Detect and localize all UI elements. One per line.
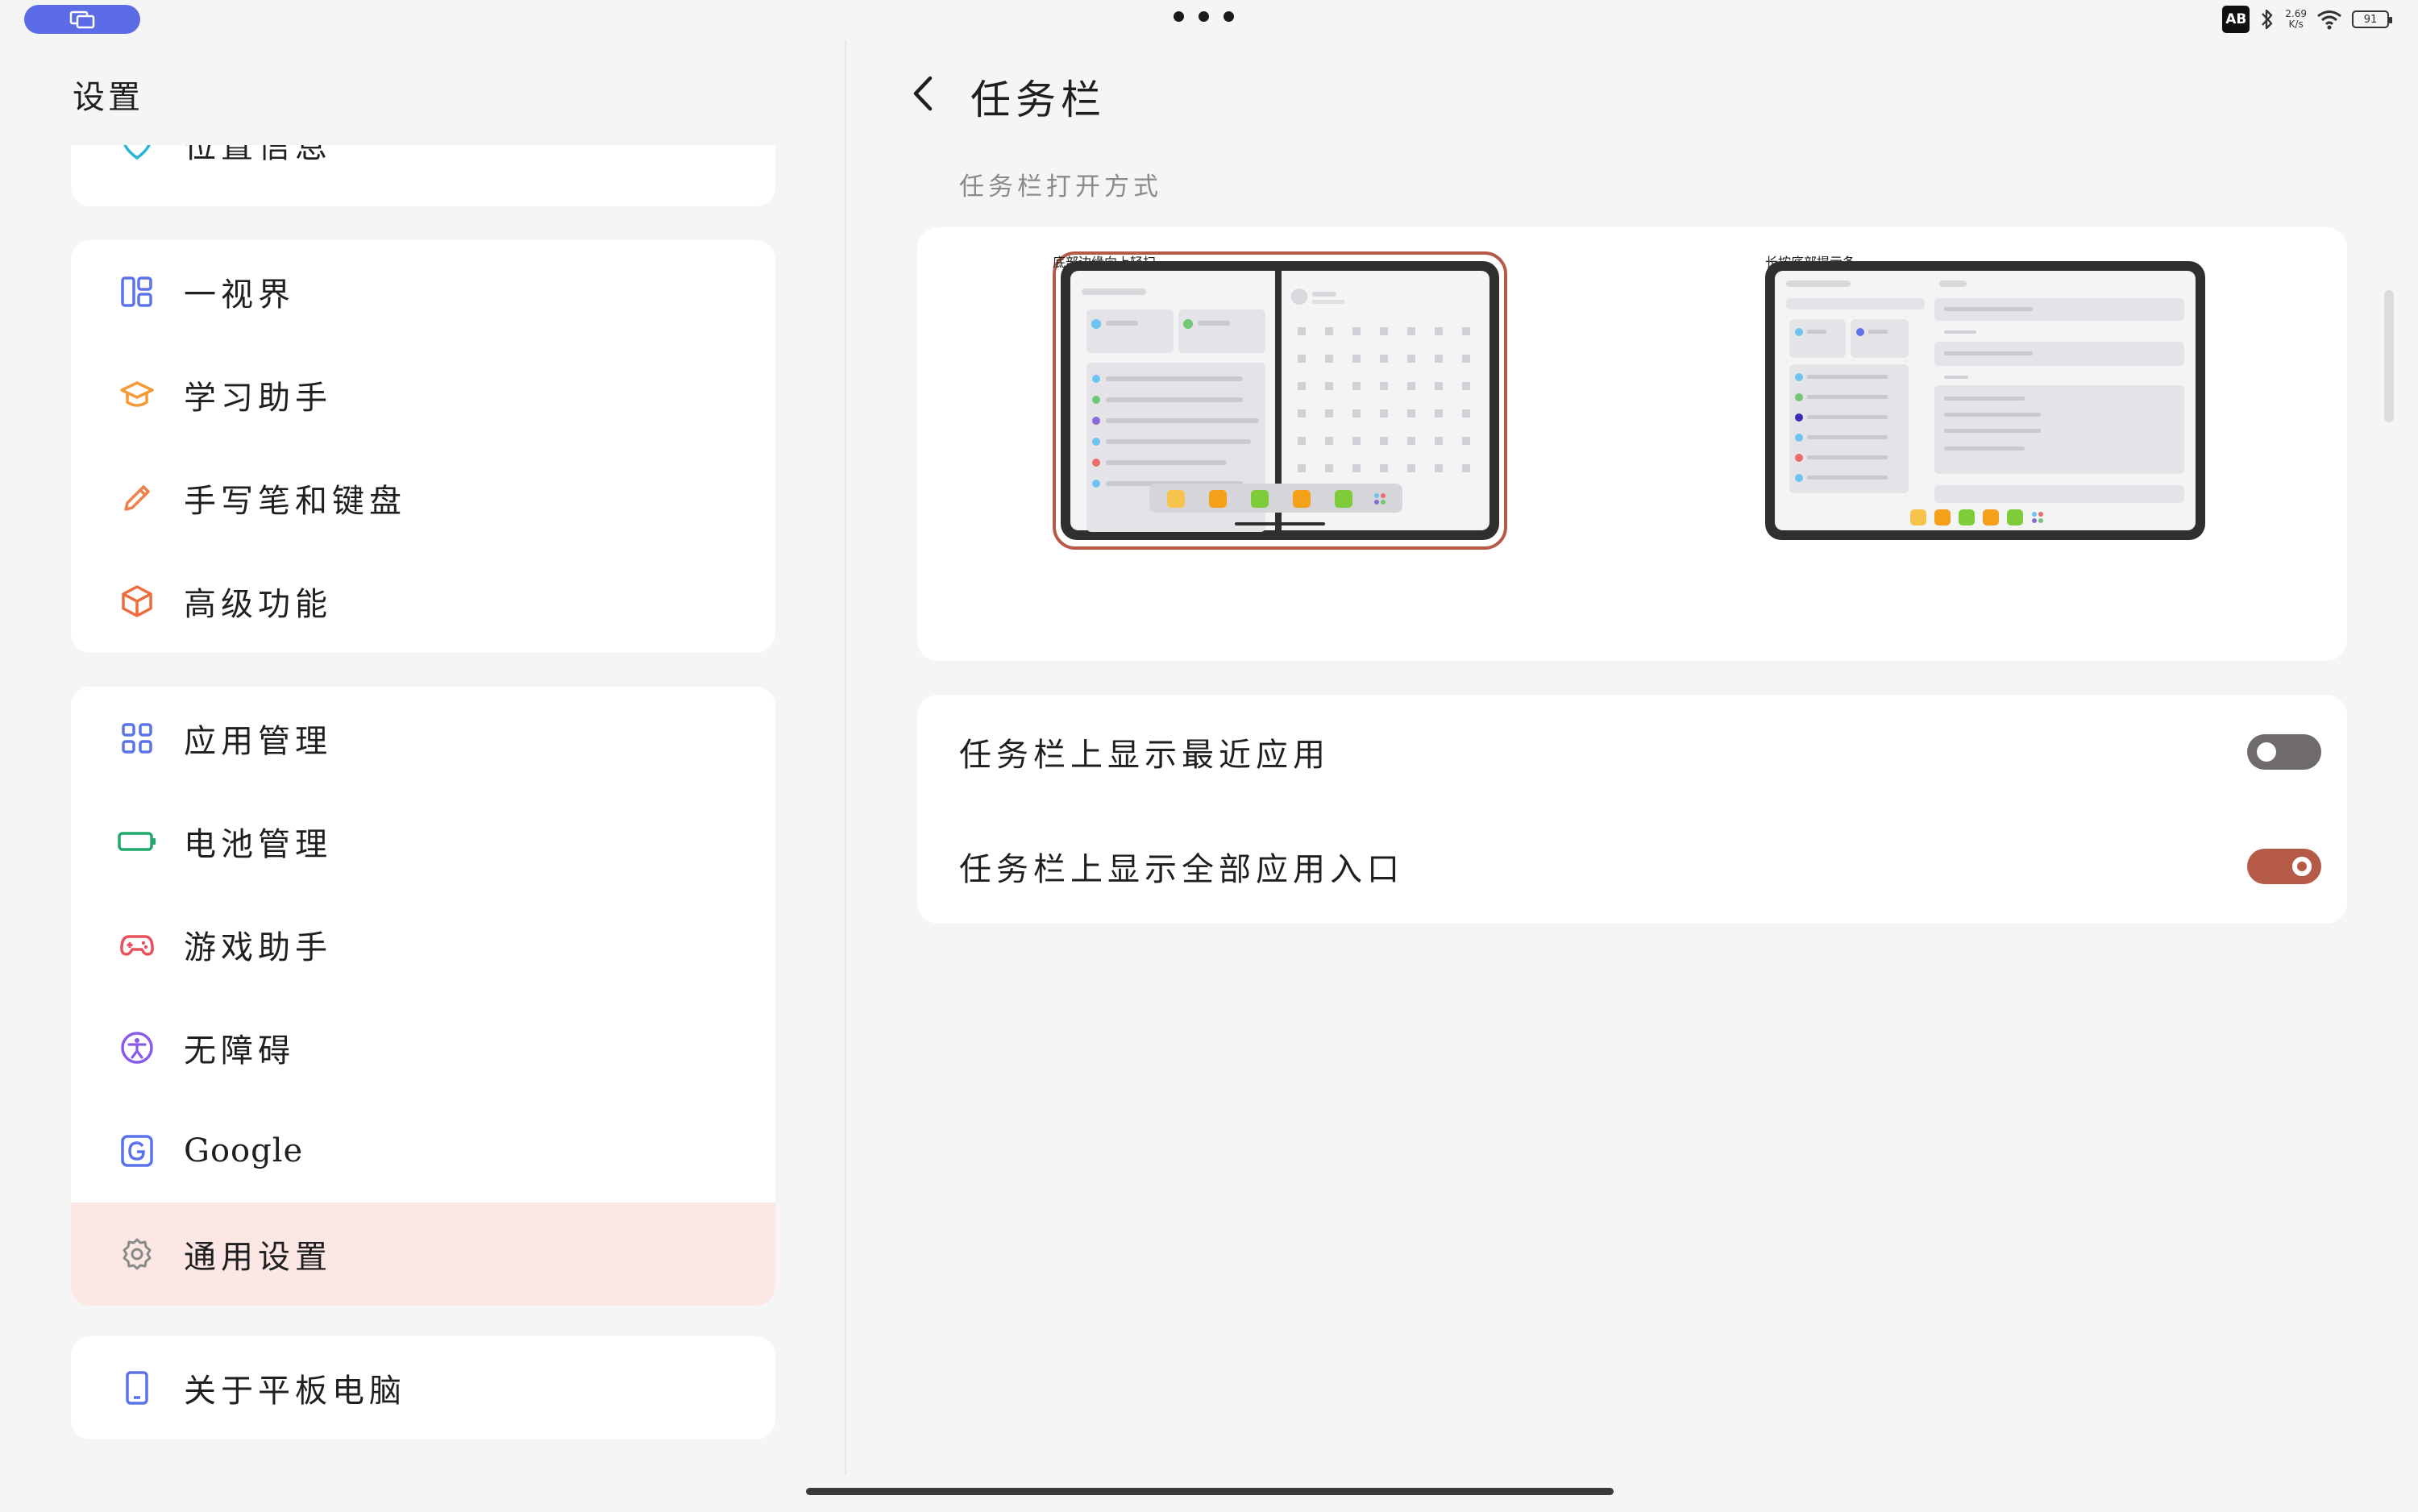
cube-icon [118, 582, 156, 621]
google-icon [118, 1132, 156, 1170]
section-label: 任务栏打开方式 [959, 172, 1162, 201]
sidebar-item-label: 关于平板电脑 [184, 1373, 406, 1410]
switch-knob [2257, 742, 2276, 762]
sidebar-item-label: 应用管理 [184, 723, 332, 760]
app-grid-icon [118, 719, 156, 758]
graduation-cap-icon [118, 376, 156, 414]
pane-divider [845, 40, 846, 1475]
location-pin-icon [118, 145, 156, 163]
page-title: 任务栏 [970, 77, 1106, 123]
sidebar-item-label: 一视界 [184, 276, 295, 314]
all-apps-entry-switch[interactable] [2247, 849, 2321, 884]
gear-icon [118, 1235, 156, 1273]
sidebar-item-study-assistant[interactable]: 学习助手 [71, 343, 775, 447]
sidebar-item-label: 无障碍 [184, 1032, 295, 1070]
home-indicator[interactable] [806, 1488, 1614, 1495]
chevron-left-icon [913, 76, 933, 111]
bluetooth-icon [2262, 9, 2273, 30]
status-bar: AB 2.69 K/s 91 [0, 0, 2418, 40]
sidebar-item-general-settings[interactable]: 通用设置 [71, 1203, 775, 1306]
sidebar-item-label: 位置信息 [184, 145, 332, 165]
sidebar-item-google[interactable]: Google [71, 1099, 775, 1203]
sidebar-item-label: 通用设置 [184, 1239, 332, 1276]
window-options-dots[interactable] [1174, 11, 1234, 22]
option-long-press[interactable]: 长按底部提示条 [1765, 251, 2220, 630]
sidebar-item-split-view[interactable]: 一视界 [71, 240, 775, 343]
settings-title: 设置 [73, 79, 143, 116]
multi-window-icon [69, 10, 95, 29]
settings-card-system: 应用管理 电池管理 游戏助手 无障碍 Google 通用设置 [71, 687, 775, 1306]
sidebar-item-about-tablet[interactable]: 关于平板电脑 [71, 1336, 775, 1439]
recent-apps-switch[interactable] [2247, 734, 2321, 770]
sidebar-item-battery[interactable]: 电池管理 [71, 790, 775, 893]
wifi-icon [2317, 10, 2341, 30]
toggle-row-recent-apps[interactable]: 任务栏上显示最近应用 [917, 695, 2347, 809]
sidebar-item-app-management[interactable]: 应用管理 [71, 687, 775, 790]
battery-indicator: 91 [2352, 10, 2392, 28]
battery-icon [118, 822, 156, 861]
network-speed: 2.69 K/s [2285, 8, 2307, 30]
taskbar-toggles-card: 任务栏上显示最近应用 任务栏上显示全部应用入口 [917, 695, 2347, 924]
gamepad-icon [118, 925, 156, 964]
swipe-up-preview-illustration [1061, 261, 1499, 540]
sidebar-item-label: 学习助手 [184, 380, 332, 417]
long-press-preview-illustration [1765, 261, 2205, 540]
sidebar-item-location[interactable]: 位置信息 [71, 145, 775, 174]
pencil-icon [118, 479, 156, 517]
sidebar-item-game-assistant[interactable]: 游戏助手 [71, 893, 775, 996]
toggle-label: 任务栏上显示全部应用入口 [959, 851, 1404, 888]
split-view-icon [118, 272, 156, 311]
sidebar-item-label: 高级功能 [184, 586, 332, 623]
sidebar-item-label: 手写笔和键盘 [184, 483, 406, 520]
settings-card-features: 一视界 学习助手 手写笔和键盘 高级功能 [71, 240, 775, 653]
sidebar-item-label: 游戏助手 [184, 929, 332, 966]
toggle-row-all-apps-entry[interactable]: 任务栏上显示全部应用入口 [917, 809, 2347, 924]
back-button[interactable] [911, 69, 943, 118]
option-swipe-up[interactable]: 底部边缘向上轻扫 [1053, 251, 1507, 630]
accessibility-icon [118, 1028, 156, 1067]
input-method-badge: AB [2222, 6, 2250, 33]
scrollbar[interactable] [2384, 290, 2394, 422]
settings-card-partial: 位置信息 [71, 145, 775, 206]
switch-knob [2292, 857, 2312, 876]
multi-window-pill[interactable] [24, 5, 140, 34]
sidebar-item-advanced[interactable]: 高级功能 [71, 550, 775, 653]
toggle-label: 任务栏上显示最近应用 [959, 737, 1330, 774]
sidebar-item-stylus-keyboard[interactable]: 手写笔和键盘 [71, 447, 775, 550]
sidebar-item-accessibility[interactable]: 无障碍 [71, 996, 775, 1099]
settings-card-about: 关于平板电脑 [71, 1336, 775, 1439]
tablet-icon [118, 1369, 156, 1407]
sidebar-item-label: Google [184, 1132, 304, 1169]
sidebar-item-label: 电池管理 [184, 826, 332, 863]
